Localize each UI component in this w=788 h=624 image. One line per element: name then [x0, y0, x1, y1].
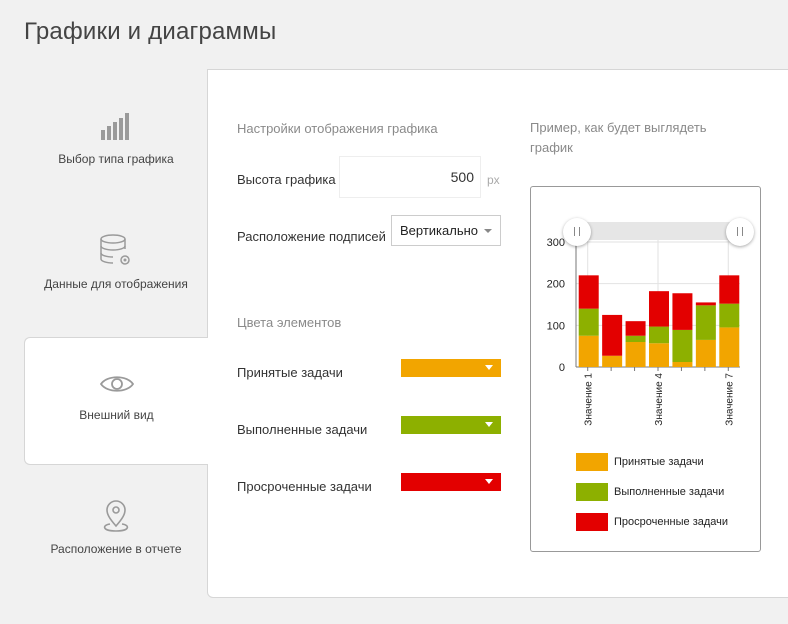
bar-chart-icon [101, 113, 129, 140]
nav-report-location[interactable]: Расположение в отчете [24, 500, 208, 556]
bar-segment [602, 314, 623, 356]
legend-label: Просроченные задачи [614, 516, 729, 528]
chevron-down-icon [485, 422, 493, 427]
bar-segment [672, 362, 693, 367]
bar-segment [625, 342, 646, 367]
database-settings-icon [100, 234, 130, 265]
range-slider-track[interactable] [575, 222, 741, 240]
chevron-down-icon [485, 479, 493, 484]
bar-segment [649, 343, 669, 367]
y-tick-label: 0 [559, 362, 565, 374]
bar-segment [695, 339, 716, 367]
y-tick-label: 100 [547, 320, 565, 332]
x-tick-label: Значение 7 [724, 373, 735, 426]
bar-segment [695, 302, 716, 306]
bar-segment [578, 335, 599, 367]
chevron-down-icon [484, 229, 492, 233]
nav-label: Внешний вид [79, 408, 154, 422]
x-tick-label: Значение 4 [654, 373, 665, 426]
nav-data[interactable]: Данные для отображения [24, 233, 208, 291]
color-picker-completed[interactable] [401, 416, 501, 434]
bar-segment [578, 308, 599, 336]
bar-segment [625, 321, 646, 336]
y-tick-label: 300 [547, 237, 565, 249]
bar-segment [625, 335, 646, 342]
legend-label: Принятые задачи [614, 456, 704, 468]
labels-position-label: Расположение подписей [237, 229, 386, 244]
bar-segment [719, 303, 740, 328]
colors-section-title: Цвета элементов [237, 315, 342, 330]
legend-swatch [576, 513, 608, 531]
height-label: Высота графика [237, 172, 336, 187]
chevron-down-icon [485, 365, 493, 370]
color-label-overdue: Просроченные задачи [237, 479, 372, 494]
bar-segment [649, 326, 669, 344]
color-picker-overdue[interactable] [401, 473, 501, 491]
color-label-completed: Выполненные задачи [237, 422, 368, 437]
settings-section-title: Настройки отображения графика [237, 121, 438, 136]
nav-label: Данные для отображения [44, 277, 188, 291]
legend-label: Выполненные задачи [614, 486, 725, 498]
color-label-accepted: Принятые задачи [237, 365, 343, 380]
range-slider-right-handle[interactable] [726, 218, 754, 246]
range-slider-left-handle[interactable] [563, 218, 591, 246]
x-tick-label: Значение 1 [584, 373, 595, 426]
legend-swatch [576, 453, 608, 471]
bar-segment [602, 355, 623, 367]
preview-title: Пример, как будет выглядеть график [530, 120, 707, 155]
nav-appearance[interactable]: Внешний вид [24, 337, 208, 465]
bar-segment [578, 275, 599, 309]
bar-segment [719, 275, 740, 304]
bar-segment [672, 293, 693, 330]
height-input[interactable] [340, 157, 480, 197]
legend-swatch [576, 483, 608, 501]
location-pin-icon [103, 500, 129, 532]
height-unit: px [487, 173, 500, 187]
nav-label: Выбор типа графика [58, 152, 174, 166]
bar-segment [695, 305, 716, 340]
nav-chart-type[interactable]: Выбор типа графика [24, 110, 208, 166]
bar-segment [672, 329, 693, 362]
nav-label: Расположение в отчете [50, 542, 182, 556]
page-title: Графики и диаграммы [24, 18, 277, 45]
labels-position-value: Вертикально [400, 223, 479, 238]
bar-segment [649, 291, 669, 327]
y-tick-label: 200 [547, 279, 565, 291]
bar-segment [719, 327, 740, 367]
labels-position-select[interactable]: Вертикально [391, 215, 501, 246]
eye-icon [99, 376, 134, 392]
color-picker-accepted[interactable] [401, 359, 501, 377]
